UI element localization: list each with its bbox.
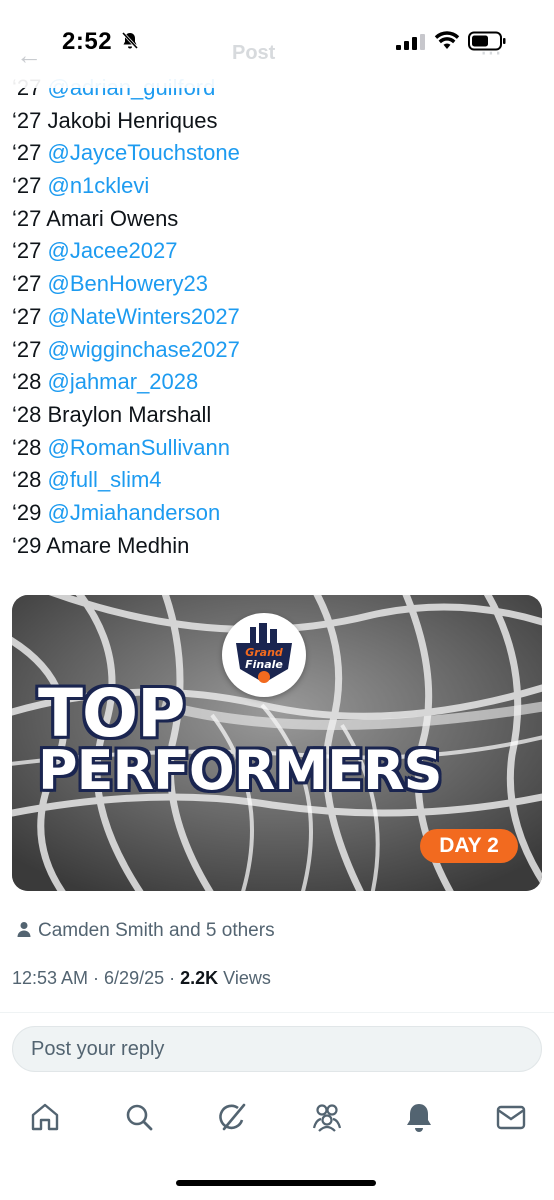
mention-link[interactable]: @Jacee2027 bbox=[47, 238, 177, 263]
class-year: ‘28 bbox=[12, 369, 48, 395]
mention-link[interactable]: @JayceTouchstone bbox=[47, 140, 239, 165]
post-timestamp: 12:53 AM · 6/29/25 · 2.2K Views bbox=[12, 968, 271, 989]
class-year: ‘27 bbox=[12, 238, 48, 264]
views-label: Views bbox=[218, 968, 271, 988]
class-year: ‘27 bbox=[12, 205, 47, 231]
mention-link[interactable]: @jahmar_2028 bbox=[47, 369, 198, 394]
timestamp-date: 12:53 AM · 6/29/25 · bbox=[12, 968, 181, 988]
class-year: ‘27 bbox=[12, 140, 48, 166]
tweet-line: ‘29 Amare Medhin bbox=[12, 530, 542, 563]
class-year: ‘28 bbox=[12, 434, 48, 460]
mention-link[interactable]: @Jmiahanderson bbox=[47, 500, 220, 525]
header-title: Post bbox=[232, 42, 276, 64]
search-icon bbox=[126, 1104, 153, 1131]
mention-link[interactable]: @n1cklevi bbox=[47, 173, 149, 198]
tab-messages[interactable] bbox=[494, 1100, 528, 1134]
class-year: ‘28 bbox=[12, 401, 48, 427]
grand-finale-logo: Grand Finale bbox=[222, 613, 306, 697]
liked-by[interactable]: Camden Smith and 5 others bbox=[16, 920, 275, 942]
notifications-icon bbox=[407, 1104, 431, 1132]
tweet-line: ‘28 @jahmar_2028 bbox=[12, 366, 542, 399]
tab-grok[interactable] bbox=[216, 1100, 250, 1134]
tweet-line: ‘27 @JayceTouchstone bbox=[12, 137, 542, 170]
back-arrow-icon[interactable]: ← bbox=[16, 40, 42, 71]
tweet-line: ‘28 Braylon Marshall bbox=[12, 399, 542, 432]
mention-link[interactable]: @NateWinters2027 bbox=[47, 304, 239, 329]
tab-notifications[interactable] bbox=[402, 1100, 436, 1134]
tweet-line: ‘27 @BenHowery23 bbox=[12, 268, 542, 301]
divider bbox=[0, 1012, 554, 1013]
messages-icon bbox=[496, 1105, 526, 1130]
logo-line2-text: Finale bbox=[245, 658, 283, 671]
status-bar: ← Post ⋯ 2:52 bbox=[0, 0, 554, 88]
tweet-line: ‘27 @Jacee2027 bbox=[12, 235, 542, 268]
class-year: ‘29 bbox=[12, 532, 47, 558]
tweet-line: ‘28 @full_slim4 bbox=[12, 464, 542, 497]
player-name: Braylon Marshall bbox=[47, 401, 212, 427]
mention-link[interactable]: @wigginchase2027 bbox=[47, 337, 239, 362]
communities-icon bbox=[312, 1104, 342, 1132]
class-year: ‘27 bbox=[12, 303, 48, 329]
day-badge: DAY 2 bbox=[420, 829, 518, 863]
tweet-line: ‘27 @wigginchase2027 bbox=[12, 334, 542, 367]
top-performers-image[interactable]: Grand Finale TOP PERFORMERS DAY 2 bbox=[12, 595, 542, 891]
tab-search[interactable] bbox=[122, 1100, 156, 1134]
player-name: Jakobi Henriques bbox=[47, 107, 218, 133]
person-icon bbox=[17, 922, 31, 937]
tweet-line: ‘27 @NateWinters2027 bbox=[12, 301, 542, 334]
tab-home[interactable] bbox=[28, 1100, 62, 1134]
player-name: Amari Owens bbox=[46, 205, 179, 231]
mention-link[interactable]: @BenHowery23 bbox=[47, 271, 208, 296]
home-indicator bbox=[176, 1180, 376, 1186]
tweet-line: ‘27 @n1cklevi bbox=[12, 170, 542, 203]
grok-icon bbox=[219, 1103, 246, 1131]
bottom-tab-bar bbox=[0, 1088, 554, 1148]
class-year: ‘27 bbox=[12, 336, 48, 362]
class-year: ‘27 bbox=[12, 271, 48, 297]
tweet-line: ‘29 @Jmiahanderson bbox=[12, 497, 542, 530]
tweet-line: ‘28 @RomanSullivann bbox=[12, 432, 542, 465]
class-year: ‘27 bbox=[12, 107, 48, 133]
home-icon bbox=[31, 1103, 59, 1131]
tweet-text: ‘27 @adrian_guilford‘27 Jakobi Henriques… bbox=[12, 72, 542, 562]
reply-box[interactable] bbox=[12, 1026, 542, 1072]
headline-performers: PERFORMERS bbox=[38, 739, 443, 802]
cellular-signal-icon bbox=[396, 34, 425, 50]
class-year: ‘27 bbox=[12, 173, 48, 199]
wifi-icon bbox=[434, 31, 460, 49]
tab-communities[interactable] bbox=[310, 1100, 344, 1134]
battery-icon bbox=[468, 31, 506, 51]
class-year: ‘28 bbox=[12, 467, 48, 493]
tweet-line: ‘27 Amari Owens bbox=[12, 203, 542, 236]
player-name: Amare Medhin bbox=[46, 532, 190, 558]
bell-slash-icon bbox=[121, 31, 139, 50]
grand-finale-logo-mark: Grand Finale bbox=[236, 623, 292, 683]
class-year: ‘29 bbox=[12, 499, 48, 525]
liked-by-text: Camden Smith and 5 others bbox=[38, 920, 275, 941]
tweet-line: ‘27 Jakobi Henriques bbox=[12, 105, 542, 138]
views-count[interactable]: 2.2K bbox=[180, 968, 218, 988]
mention-link[interactable]: @RomanSullivann bbox=[47, 435, 230, 460]
status-time: 2:52 bbox=[62, 28, 113, 55]
mention-link[interactable]: @full_slim4 bbox=[47, 467, 161, 492]
reply-input[interactable] bbox=[13, 1027, 541, 1071]
